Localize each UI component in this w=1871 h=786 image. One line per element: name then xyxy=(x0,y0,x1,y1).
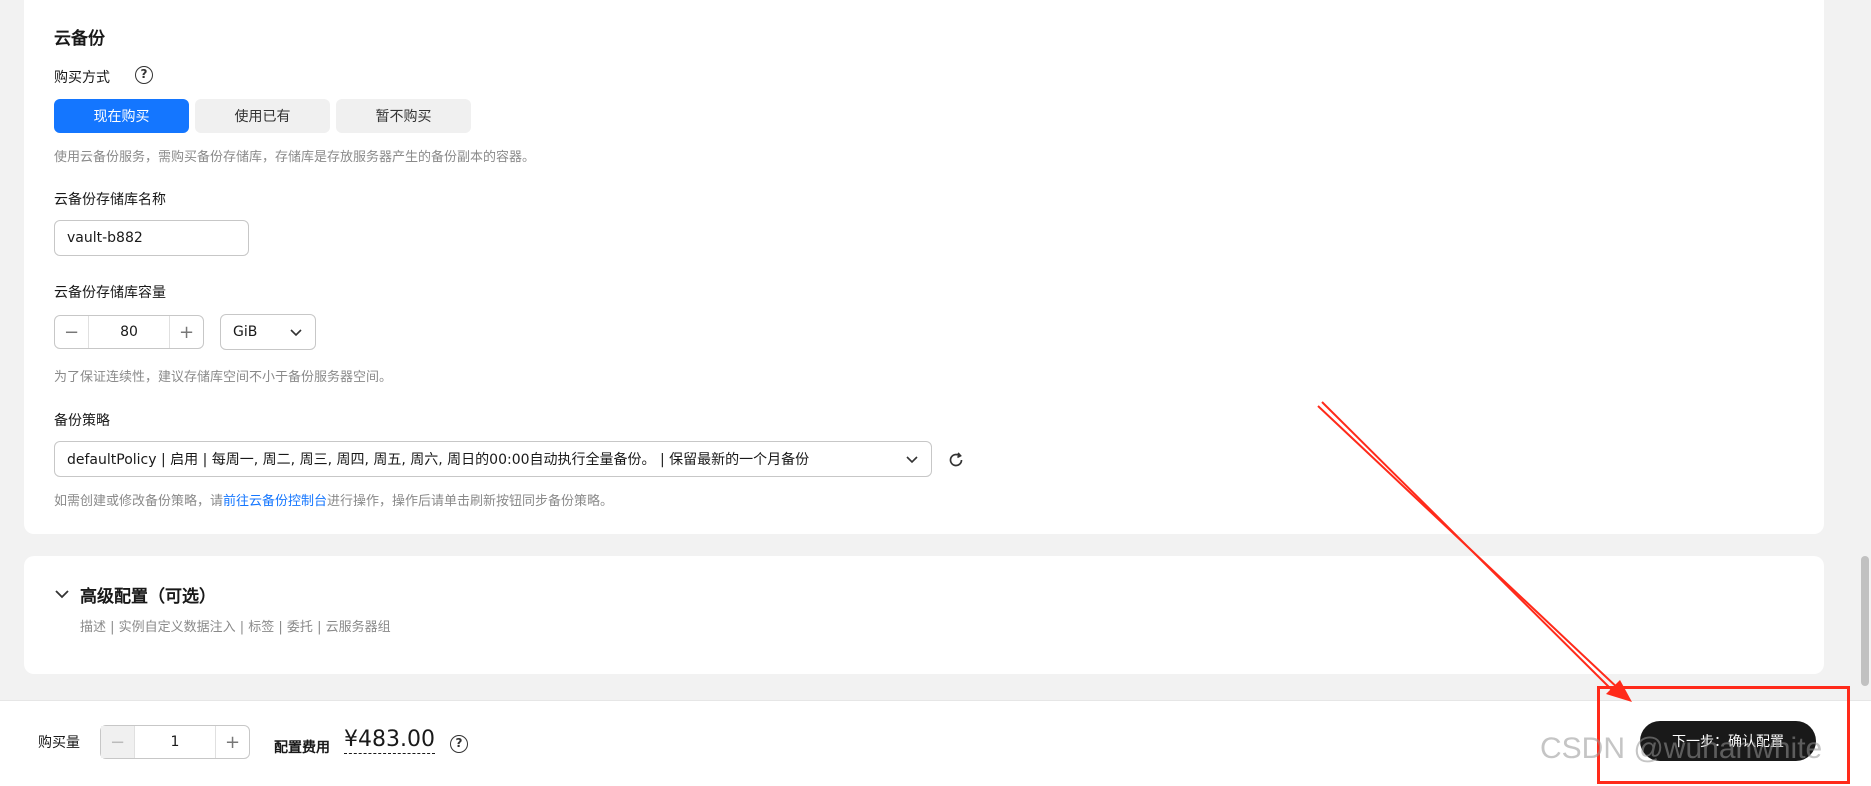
quantity-value[interactable]: 1 xyxy=(135,726,215,758)
backup-policy-value: defaultPolicy | 启用 | 每周一, 周二, 周三, 周四, 周五… xyxy=(67,452,810,468)
quantity-stepper: − 1 + xyxy=(100,725,250,759)
chevron-down-icon xyxy=(290,329,302,337)
fee-value[interactable]: ¥483.00 xyxy=(344,727,435,754)
scrollbar-thumb[interactable] xyxy=(1861,556,1869,686)
help-icon[interactable]: ? xyxy=(135,66,153,84)
capacity-hint: 为了保证连续性，建议存储库空间不小于备份服务器空间。 xyxy=(54,370,393,385)
refresh-icon[interactable] xyxy=(946,450,966,470)
policy-hint-prefix: 如需创建或修改备份策略，请 xyxy=(54,494,224,509)
annotation-highlight-box xyxy=(1597,686,1850,784)
backup-policy-label: 备份策略 xyxy=(54,413,110,429)
capacity-increase-button[interactable]: + xyxy=(169,316,203,348)
help-icon[interactable]: ? xyxy=(450,735,468,753)
quantity-increase-button[interactable]: + xyxy=(215,726,249,758)
backup-policy-select[interactable]: defaultPolicy | 启用 | 每周一, 周二, 周三, 周四, 周五… xyxy=(54,441,932,477)
quantity-label: 购买量 xyxy=(38,735,80,751)
purchase-hint: 使用云备份服务，需购买备份存储库，存储库是存放服务器产生的备份副本的容器。 xyxy=(54,150,536,165)
advanced-config-subtitle: 描述 | 实例自定义数据注入 | 标签 | 委托 | 云服务器组 xyxy=(80,620,391,635)
capacity-value[interactable]: 80 xyxy=(89,316,169,348)
skip-purchase-button[interactable]: 暂不购买 xyxy=(336,99,471,133)
advanced-config-title[interactable]: 高级配置（可选） xyxy=(80,582,216,607)
capacity-unit-value: GiB xyxy=(233,324,258,340)
vault-capacity-label: 云备份存储库容量 xyxy=(54,285,166,301)
purchase-footer: 购买量 − 1 + 配置费用 ¥483.00 ? 下一步：确认配置 xyxy=(0,700,1871,786)
vault-name-label: 云备份存储库名称 xyxy=(54,192,166,208)
vault-name-input[interactable]: vault-b882 xyxy=(54,220,249,256)
policy-hint-suffix: 进行操作，操作后请单击刷新按钮同步备份策略。 xyxy=(327,494,614,509)
policy-hint: 如需创建或修改备份策略，请前往云备份控制台进行操作，操作后请单击刷新按钮同步备份… xyxy=(54,490,613,509)
buy-now-button[interactable]: 现在购买 xyxy=(54,99,189,133)
capacity-stepper: − 80 + xyxy=(54,315,204,349)
advanced-config-card: 高级配置（可选） 描述 | 实例自定义数据注入 | 标签 | 委托 | 云服务器… xyxy=(24,556,1824,674)
use-existing-button[interactable]: 使用已有 xyxy=(195,99,330,133)
backup-console-link[interactable]: 前往云备份控制台 xyxy=(223,494,327,509)
chevron-down-icon xyxy=(906,456,918,464)
chevron-down-icon[interactable] xyxy=(54,586,70,602)
cloud-backup-card: 云备份 购买方式 ? 现在购买 使用已有 暂不购买 使用云备份服务，需购买备份存… xyxy=(24,0,1824,534)
purchase-method-toggle: 现在购买 使用已有 暂不购买 xyxy=(54,99,471,133)
purchase-method-label: 购买方式 xyxy=(54,70,110,86)
backup-section-title: 云备份 xyxy=(54,29,105,49)
capacity-decrease-button[interactable]: − xyxy=(55,316,89,348)
quantity-decrease-button[interactable]: − xyxy=(101,726,135,758)
fee-label: 配置费用 xyxy=(274,740,330,756)
capacity-unit-select[interactable]: GiB xyxy=(220,314,316,350)
